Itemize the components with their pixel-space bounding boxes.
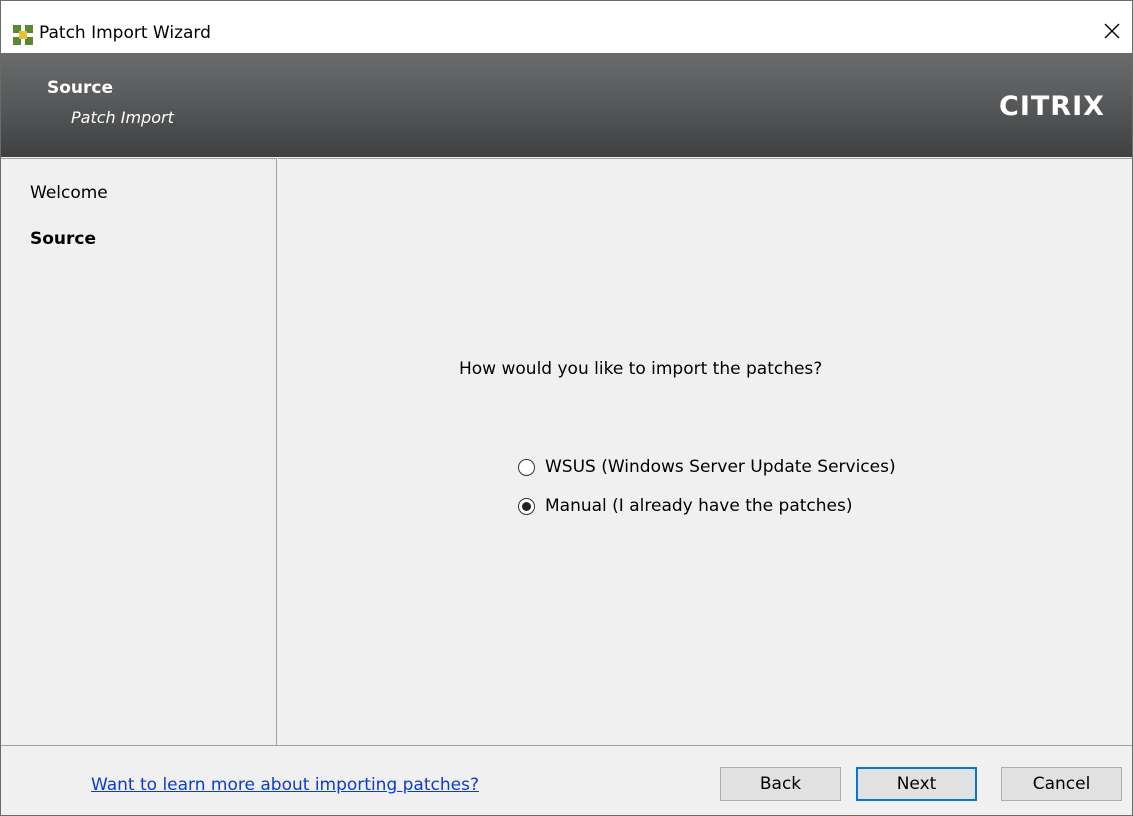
close-button[interactable]: [1098, 17, 1126, 45]
import-question: How would you like to import the patches…: [459, 359, 823, 379]
step-subtitle: Patch Import: [71, 108, 174, 127]
patch-import-wizard-window: Patch Import Wizard Source Patch Import …: [0, 0, 1133, 816]
step-title: Source: [47, 78, 114, 98]
wsus-radio-label[interactable]: WSUS (Windows Server Update Services): [545, 457, 896, 477]
svg-text:CITRIX: CITRIX: [999, 91, 1105, 122]
close-icon: [1104, 23, 1120, 39]
cancel-button[interactable]: Cancel: [1001, 767, 1122, 801]
app-icon: [13, 25, 33, 45]
citrix-logo: CITRIX: [999, 91, 1105, 122]
manual-radio[interactable]: [518, 497, 535, 515]
nav-item-source[interactable]: Source: [30, 229, 96, 249]
wizard-header-banner: Source Patch Import CITRIX: [1, 53, 1132, 157]
learn-more-link[interactable]: Want to learn more about importing patch…: [91, 775, 479, 795]
back-button[interactable]: Back: [720, 767, 841, 801]
wizard-content-panel: How would you like to import the patches…: [278, 158, 1132, 745]
window-title: Patch Import Wizard: [39, 23, 211, 43]
option-manual[interactable]: Manual (I already have the patches): [518, 495, 852, 517]
manual-radio-label[interactable]: Manual (I already have the patches): [545, 496, 852, 516]
wsus-radio[interactable]: [518, 458, 535, 476]
wizard-step-nav: Welcome Source: [1, 158, 277, 745]
wizard-footer: Want to learn more about importing patch…: [1, 745, 1132, 815]
title-bar: Patch Import Wizard: [1, 1, 1132, 53]
next-button[interactable]: Next: [856, 767, 977, 801]
nav-item-welcome[interactable]: Welcome: [30, 183, 108, 203]
option-wsus[interactable]: WSUS (Windows Server Update Services): [518, 456, 896, 478]
